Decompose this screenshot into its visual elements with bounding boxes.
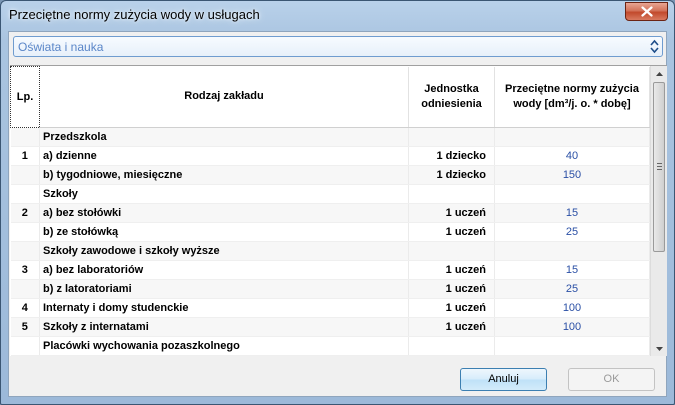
row-name: Szkoły z internatami [39,317,409,337]
row-unit [408,241,495,261]
row-value[interactable] [494,336,650,356]
row-value[interactable] [494,241,650,261]
row-unit [408,184,495,204]
row-name: Szkoły [39,184,409,204]
row-lp: 5 [10,317,40,337]
row-unit: 1 uczeń [408,279,495,299]
row-value[interactable]: 100 [494,298,650,318]
vertical-scrollbar[interactable] [650,66,667,356]
row-unit: 1 uczeń [408,260,495,280]
table-row[interactable]: Przedszkola [10,127,650,147]
column-header-name[interactable]: Rodzaj zakładu [39,66,409,128]
scroll-down-button[interactable] [651,341,667,356]
table-header-row: Lp. Rodzaj zakładu Jednostka odniesienia… [10,66,650,128]
column-header-unit[interactable]: Jednostka odniesienia [408,66,495,128]
row-name: b) ze stołówką [39,222,409,242]
scroll-up-arrow-icon [656,71,663,76]
scroll-down-arrow-icon [656,346,663,351]
column-header-norm-line2: wody [dm³/j. o. * dobę] [513,97,631,110]
row-unit: 1 uczeń [408,203,495,223]
row-unit: 1 dziecko [408,165,495,185]
close-button[interactable] [625,2,668,21]
table-row[interactable]: Szkoły zawodowe i szkoły wyższe [10,241,650,261]
table-row[interactable]: Placówki wychowania pozaszkolnego [10,336,650,356]
dialog-client-area: Oświata i nauka Lp. Rodzaj zakładu Jedno… [8,31,667,397]
row-name: b) tygodniowe, miesięczne [39,165,409,185]
row-lp [10,127,40,147]
row-name: b) z latoratoriami [39,279,409,299]
table-row[interactable]: Szkoły [10,184,650,204]
row-name: a) dzienne [39,146,409,166]
dialog-window: Przeciętne normy zużycia wody w usługach… [0,0,675,405]
row-value[interactable]: 150 [494,165,650,185]
table-row[interactable]: 2 a) bez stołówki 1 uczeń 15 [10,203,650,223]
row-unit [408,336,495,356]
row-lp: 4 [10,298,40,318]
close-icon [640,6,653,17]
column-header-norm[interactable]: Przeciętne normy zużycia wody [dm³/j. o.… [494,66,650,128]
scrollbar-thumb[interactable] [653,82,665,252]
row-name: a) bez stołówki [39,203,409,223]
row-unit: 1 uczeń [408,317,495,337]
row-unit: 1 uczeń [408,298,495,318]
column-header-unit-line2: odniesienia [421,97,482,110]
row-value[interactable]: 25 [494,222,650,242]
scroll-up-button[interactable] [651,66,667,81]
row-unit: 1 uczeń [408,222,495,242]
category-select[interactable]: Oświata i nauka [13,36,663,57]
row-lp [10,241,40,261]
norms-table-grid: Lp. Rodzaj zakładu Jednostka odniesienia… [10,65,667,356]
column-header-unit-line1: Jednostka [424,82,479,95]
cancel-button[interactable]: Anuluj [460,368,547,391]
row-name: a) bez laboratoriów [39,260,409,280]
row-value[interactable]: 40 [494,146,650,166]
row-name: Przedszkola [39,127,409,147]
row-unit: 1 dziecko [408,146,495,166]
ok-button[interactable]: OK [568,368,655,391]
row-lp [10,184,40,204]
table-row[interactable]: 1 a) dzienne 1 dziecko 40 [10,146,650,166]
column-header-norm-line1: Przeciętne normy zużycia [505,82,639,95]
row-unit [408,127,495,147]
row-value[interactable]: 15 [494,203,650,223]
row-lp: 3 [10,260,40,280]
table-row[interactable]: 5 Szkoły z internatami 1 uczeń 100 [10,317,650,337]
row-name: Szkoły zawodowe i szkoły wyższe [39,241,409,261]
row-value[interactable] [494,184,650,204]
column-header-lp[interactable]: Lp. [10,66,40,128]
row-lp [10,222,40,242]
table-row[interactable]: b) ze stołówką 1 uczeń 25 [10,222,650,242]
table-row[interactable]: b) z latoratoriami 1 uczeń 25 [10,279,650,299]
row-lp [10,165,40,185]
window-title: Przeciętne normy zużycia wody w usługach [9,7,260,22]
row-value[interactable]: 100 [494,317,650,337]
row-name: Internaty i domy studenckie [39,298,409,318]
table-row[interactable]: 4 Internaty i domy studenckie 1 uczeń 10… [10,298,650,318]
row-value[interactable]: 25 [494,279,650,299]
norms-table: Lp. Rodzaj zakładu Jednostka odniesienia… [10,66,650,356]
table-row[interactable]: 3 a) bez laboratoriów 1 uczeń 15 [10,260,650,280]
up-down-arrows-icon [650,39,659,54]
grip-icon [657,163,662,172]
row-lp: 1 [10,146,40,166]
row-lp [10,279,40,299]
title-bar[interactable]: Przeciętne normy zużycia wody w usługach [1,1,674,31]
row-lp [10,336,40,356]
row-name: Placówki wychowania pozaszkolnego [39,336,409,356]
row-value[interactable] [494,127,650,147]
category-select-value: Oświata i nauka [18,40,104,54]
table-row[interactable]: b) tygodniowe, miesięczne 1 dziecko 150 [10,165,650,185]
row-value[interactable]: 15 [494,260,650,280]
row-lp: 2 [10,203,40,223]
